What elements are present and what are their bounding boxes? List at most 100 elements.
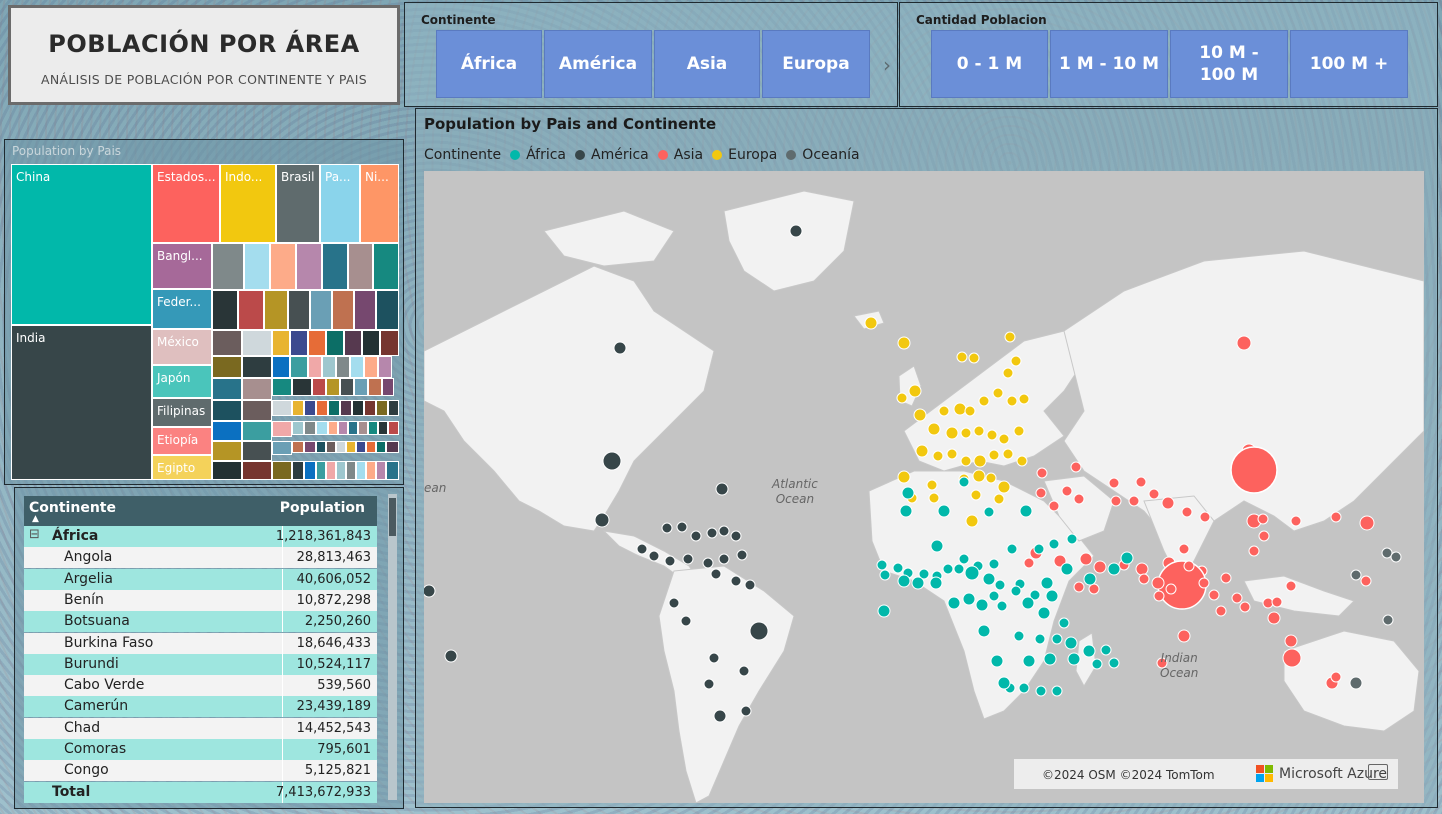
treemap-tile-small[interactable] xyxy=(212,330,242,356)
map-bubble[interactable] xyxy=(1284,634,1298,648)
map-bubble[interactable] xyxy=(1033,543,1045,555)
map-bubble[interactable] xyxy=(1153,590,1165,602)
table-row[interactable]: Congo 5,125,821 xyxy=(24,760,377,782)
map-bubble[interactable] xyxy=(930,539,944,553)
treemap-tile-small[interactable] xyxy=(242,461,272,480)
map-bubble[interactable] xyxy=(953,402,967,416)
map-bubble[interactable] xyxy=(978,395,990,407)
map-bubble[interactable] xyxy=(996,600,1008,612)
map-bubble[interactable] xyxy=(997,676,1011,690)
map-bubble[interactable] xyxy=(1108,477,1120,489)
map-bubble[interactable] xyxy=(942,563,954,575)
map-bubble[interactable] xyxy=(713,709,727,723)
treemap-tile-small[interactable] xyxy=(308,330,326,356)
map-bubble[interactable] xyxy=(1058,617,1070,629)
map-bubble[interactable] xyxy=(1002,448,1014,460)
column-header-population[interactable]: Population xyxy=(280,500,365,516)
legend-item-europa[interactable]: Europa xyxy=(728,147,777,163)
map-bubble[interactable] xyxy=(992,387,1004,399)
map-bubble[interactable] xyxy=(680,615,692,627)
map-bubble[interactable] xyxy=(945,426,959,440)
map-bubble[interactable] xyxy=(1064,636,1078,650)
treemap-tile-small[interactable] xyxy=(290,330,308,356)
map-bubble[interactable] xyxy=(908,384,922,398)
map-bubble[interactable] xyxy=(1239,601,1251,613)
treemap-tile-indonesia[interactable]: Indo... xyxy=(220,164,276,243)
table-row[interactable]: Burkina Faso 18,646,433 xyxy=(24,632,377,654)
treemap-tile-small[interactable] xyxy=(348,243,373,290)
map-bubble[interactable] xyxy=(1100,644,1112,656)
map-bubble[interactable] xyxy=(1359,515,1375,531)
map-bubble[interactable] xyxy=(1019,504,1033,518)
treemap-tile-small[interactable] xyxy=(388,421,399,435)
map-bubble[interactable] xyxy=(1070,461,1082,473)
map-bubble[interactable] xyxy=(982,572,996,586)
treemap-tile-small[interactable] xyxy=(272,461,292,480)
map-bubble[interactable] xyxy=(990,654,1004,668)
treemap-tile-small[interactable] xyxy=(373,243,399,290)
treemap-tile-small[interactable] xyxy=(242,378,272,400)
treemap-tile-small[interactable] xyxy=(336,461,346,480)
map-bubble[interactable] xyxy=(1023,557,1035,569)
map-bubble[interactable] xyxy=(1067,652,1081,666)
slicer-button-10m-100m[interactable]: 10 M - 100 M xyxy=(1170,30,1288,98)
map-bubble[interactable] xyxy=(1199,511,1211,523)
map-bubble[interactable] xyxy=(1035,685,1047,697)
map-bubble[interactable] xyxy=(1183,560,1195,572)
map-bubble[interactable] xyxy=(690,530,702,542)
treemap-tile-small[interactable] xyxy=(292,378,312,396)
map-bubble[interactable] xyxy=(1177,629,1191,643)
map-bubble[interactable] xyxy=(997,480,1011,494)
map-bubble[interactable] xyxy=(602,451,622,471)
map-bubble[interactable] xyxy=(1151,576,1165,590)
map-bubble[interactable] xyxy=(899,504,913,518)
map-bubble[interactable] xyxy=(970,489,982,501)
map-bubble[interactable] xyxy=(1285,580,1297,592)
map-bubble[interactable] xyxy=(1045,589,1059,603)
map-bubble[interactable] xyxy=(1181,506,1193,518)
map-bubble[interactable] xyxy=(927,422,941,436)
treemap-tile-small[interactable] xyxy=(344,330,362,356)
map-bubble[interactable] xyxy=(1258,530,1270,542)
treemap-tile-small[interactable] xyxy=(326,441,336,453)
slicer-button-europa[interactable]: Europa xyxy=(762,30,870,98)
map-bubble[interactable] xyxy=(928,492,940,504)
map-bubble[interactable] xyxy=(594,512,610,528)
treemap-tile-federacion-rusa[interactable]: Feder... xyxy=(152,289,212,329)
treemap-tile-small[interactable] xyxy=(378,356,392,378)
map-bubble[interactable] xyxy=(913,408,927,422)
map-bubble[interactable] xyxy=(962,592,976,606)
map-bubble[interactable] xyxy=(972,469,986,483)
map-bubble[interactable] xyxy=(1161,496,1175,510)
treemap-tile-small[interactable] xyxy=(212,290,238,330)
map-bubble[interactable] xyxy=(876,559,888,571)
table-row[interactable]: Chad 14,452,543 xyxy=(24,717,377,739)
map-bubble[interactable] xyxy=(676,521,688,533)
map-bubble[interactable] xyxy=(444,649,458,663)
map-bubble[interactable] xyxy=(1330,671,1342,683)
map-bubble[interactable] xyxy=(929,576,943,590)
map-bubble[interactable] xyxy=(964,565,980,581)
map-bubble[interactable] xyxy=(988,558,1000,570)
map-bubble[interactable] xyxy=(1248,545,1260,557)
treemap-tile-small[interactable] xyxy=(292,400,304,416)
map-bubble[interactable] xyxy=(682,553,694,565)
map-bubble[interactable] xyxy=(946,448,958,460)
map-bubble[interactable] xyxy=(897,574,911,588)
treemap-tile-small[interactable] xyxy=(338,421,348,435)
treemap-tile-small[interactable] xyxy=(242,330,272,356)
treemap-tile-small[interactable] xyxy=(288,290,310,330)
treemap-tile-small[interactable] xyxy=(272,356,290,378)
treemap-tile-small[interactable] xyxy=(264,290,288,330)
treemap-tile-small[interactable] xyxy=(328,400,340,416)
treemap-tile-small[interactable] xyxy=(340,378,354,396)
treemap-tile-china[interactable]: China xyxy=(11,164,152,325)
map-bubble[interactable] xyxy=(956,351,968,363)
treemap-tile-small[interactable] xyxy=(310,290,332,330)
map-bubble[interactable] xyxy=(993,493,1005,505)
map-bubble[interactable] xyxy=(1035,487,1047,499)
map-bubble[interactable] xyxy=(1073,493,1085,505)
slicer-button-100m-plus[interactable]: 100 M + xyxy=(1290,30,1408,98)
map-bubble[interactable] xyxy=(877,604,891,618)
table-row[interactable]: Botsuana 2,250,260 xyxy=(24,611,377,633)
